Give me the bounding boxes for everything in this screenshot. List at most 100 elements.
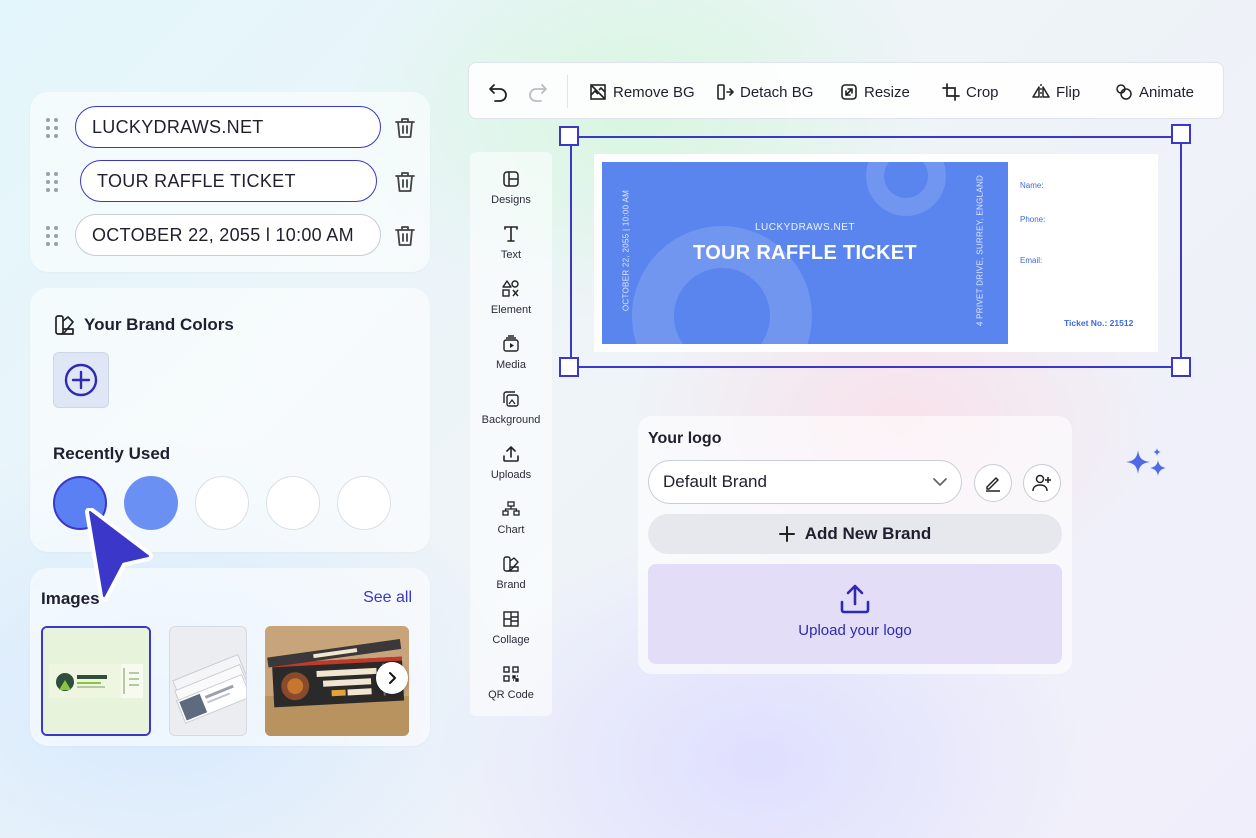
remove-bg-button[interactable]: Remove BG <box>589 80 695 104</box>
rail-item-background[interactable]: Background <box>470 390 552 438</box>
plus-icon <box>778 526 795 542</box>
resize-handle-top-left[interactable] <box>559 126 579 146</box>
color-swatch[interactable] <box>266 476 320 530</box>
rail-label: Uploads <box>490 469 532 481</box>
drag-handle-icon[interactable] <box>46 226 58 246</box>
flip-button[interactable]: Flip <box>1032 80 1080 104</box>
upload-logo-dropzone[interactable]: Upload your logo <box>648 564 1062 664</box>
trash-icon[interactable] <box>394 224 416 248</box>
text-field-input[interactable]: TOUR RAFFLE TICKET <box>80 160 377 202</box>
crop-icon <box>942 83 960 101</box>
brand-select-value: Default Brand <box>663 472 767 491</box>
resize-handle-bottom-left[interactable] <box>559 357 579 377</box>
rail-label: Background <box>481 414 541 426</box>
trash-icon[interactable] <box>394 170 416 194</box>
selection-box <box>570 136 1182 368</box>
add-new-brand-label: Add New Brand <box>804 524 932 543</box>
collage-icon <box>503 611 519 627</box>
plus-circle-icon <box>64 363 98 397</box>
rail-item-designs[interactable]: Designs <box>470 170 552 218</box>
add-color-button[interactable] <box>53 352 109 408</box>
add-user-icon <box>1032 474 1051 492</box>
palette-icon <box>55 315 74 335</box>
tickets-photo-thumbnail-image <box>170 627 246 735</box>
drag-handle-icon[interactable] <box>46 172 58 192</box>
remove-bg-icon <box>590 84 606 100</box>
recently-used-title: Recently Used <box>53 444 171 463</box>
resize-button[interactable]: Resize <box>840 80 910 104</box>
chevron-right-icon <box>389 672 396 684</box>
logo-panel: Your logo Default Brand Add New Brand Up… <box>638 416 1072 674</box>
animate-icon <box>1116 84 1132 100</box>
detach-bg-button[interactable]: Detach BG <box>716 80 813 104</box>
rail-item-element[interactable]: Element <box>470 280 552 328</box>
upload-icon <box>503 446 519 462</box>
rail-item-text[interactable]: Text <box>470 225 552 273</box>
brand-icon <box>503 556 519 572</box>
text-field-row: TOUR RAFFLE TICKET <box>30 160 430 204</box>
flip-label: Flip <box>1056 83 1081 101</box>
flip-icon <box>1032 84 1050 100</box>
detach-bg-label: Detach BG <box>740 83 814 101</box>
text-field-row: OCTOBER 22, 2055 l 10:00 AM <box>30 214 430 258</box>
animate-label: Animate <box>1139 83 1195 101</box>
color-swatch[interactable] <box>195 476 249 530</box>
rail-label: Designs <box>491 194 531 206</box>
detach-bg-icon <box>717 84 734 100</box>
brand-colors-heading: Your Brand Colors <box>54 314 234 336</box>
resize-handle-top-right[interactable] <box>1171 124 1191 144</box>
text-field-input[interactable]: OCTOBER 22, 2055 l 10:00 AM <box>75 214 381 256</box>
chevron-down-icon <box>933 478 947 486</box>
crop-button[interactable]: Crop <box>942 80 999 104</box>
rail-item-uploads[interactable]: Uploads <box>470 445 552 493</box>
brand-select-dropdown[interactable]: Default Brand <box>648 460 962 504</box>
undo-icon[interactable] <box>487 81 509 103</box>
text-icon <box>504 226 518 242</box>
rail-item-qr-code[interactable]: QR Code <box>470 665 552 713</box>
edit-brand-button[interactable] <box>974 464 1012 502</box>
rail-label: Text <box>500 249 522 261</box>
rail-label: Media <box>496 359 526 371</box>
rail-item-media[interactable]: Media <box>470 335 552 383</box>
toolbar-divider <box>567 75 568 108</box>
resize-icon <box>841 84 857 100</box>
rail-label: Chart <box>497 524 525 536</box>
background-icon <box>503 391 519 407</box>
add-user-button[interactable] <box>1023 464 1061 502</box>
image-toolbar: Remove BG Detach BG Resize Crop Flip Ani… <box>468 62 1224 119</box>
redo-icon[interactable] <box>527 81 549 103</box>
text-fields-panel: LUCKYDRAWS.NET TOUR RAFFLE TICKET OCTOBE… <box>30 92 430 272</box>
tool-rail: Designs Text Element Media Background Up… <box>470 152 552 716</box>
raffle-ticket-thumbnail-image <box>43 628 149 734</box>
designs-icon <box>503 171 519 187</box>
media-icon <box>503 335 519 352</box>
qr-code-icon <box>503 666 519 682</box>
rail-item-collage[interactable]: Collage <box>470 610 552 658</box>
upload-logo-label: Upload your logo <box>798 622 912 639</box>
crop-label: Crop <box>966 83 999 101</box>
sparkle-icon <box>1126 448 1166 476</box>
trash-icon[interactable] <box>394 116 416 140</box>
image-thumbnail[interactable] <box>41 626 151 736</box>
rail-item-brand[interactable]: Brand <box>470 555 552 603</box>
remove-bg-label: Remove BG <box>613 83 695 101</box>
color-swatch[interactable] <box>337 476 391 530</box>
text-field-input[interactable]: LUCKYDRAWS.NET <box>75 106 381 148</box>
brand-colors-title: Your Brand Colors <box>84 315 234 334</box>
see-all-link[interactable]: See all <box>363 589 412 607</box>
text-field-row: LUCKYDRAWS.NET <box>30 106 430 150</box>
resize-label: Resize <box>864 83 910 101</box>
animate-button[interactable]: Animate <box>1115 80 1194 104</box>
resize-handle-bottom-right[interactable] <box>1171 357 1191 377</box>
pencil-icon <box>986 477 1000 492</box>
chart-icon <box>502 501 520 516</box>
rail-label: Element <box>490 304 532 316</box>
image-thumbnail[interactable] <box>169 626 247 736</box>
upload-icon <box>840 584 870 614</box>
drag-handle-icon[interactable] <box>46 118 58 138</box>
add-new-brand-button[interactable]: Add New Brand <box>648 514 1062 554</box>
rail-item-chart[interactable]: Chart <box>470 500 552 548</box>
rail-label: Collage <box>492 634 530 646</box>
element-icon <box>502 280 519 297</box>
next-images-button[interactable] <box>376 662 408 694</box>
